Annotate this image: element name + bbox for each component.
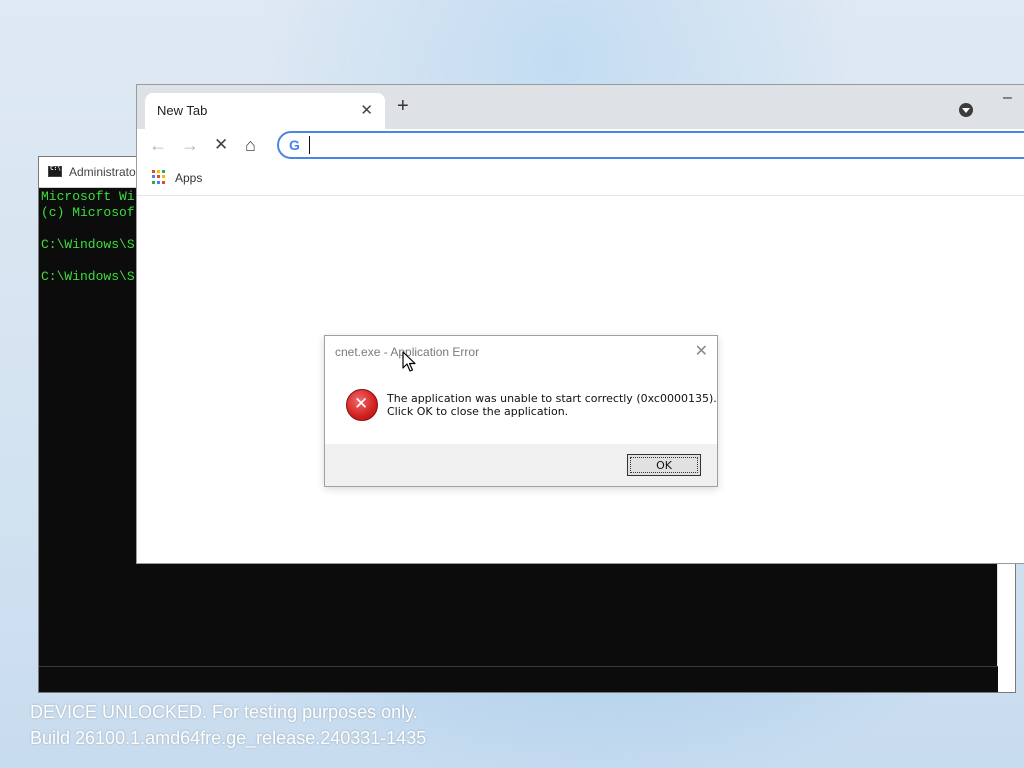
tab-strip: New Tab ✕ + – — [137, 85, 1024, 129]
forward-arrow-icon[interactable]: → — [181, 135, 199, 155]
tab-title: New Tab — [157, 103, 208, 118]
browser-window: New Tab ✕ + – ← → ✕ ⌂ G Apps — [136, 84, 1024, 564]
error-dialog: cnet.exe - Application Error ✕ The appli… — [324, 335, 718, 487]
cmd-bottom-bar — [39, 666, 998, 692]
watermark-line1: DEVICE UNLOCKED. For testing purposes on… — [30, 702, 418, 722]
home-icon[interactable]: ⌂ — [245, 135, 256, 155]
bookmarks-bar: Apps — [137, 163, 1024, 196]
desktop-watermark: DEVICE UNLOCKED. For testing purposes on… — [30, 699, 426, 751]
tab-new-tab[interactable]: New Tab ✕ — [145, 93, 385, 129]
dialog-message-line1: The application was unable to start corr… — [387, 392, 717, 405]
ok-button[interactable]: OK — [627, 454, 701, 476]
browser-toolbar: ← → ✕ ⌂ G — [137, 129, 1024, 163]
tab-search-icon[interactable] — [959, 103, 973, 117]
watermark-line2: Build 26100.1.amd64fre.ge_release.240331… — [30, 728, 427, 748]
close-icon[interactable]: ✕ — [360, 101, 373, 119]
back-arrow-icon[interactable]: ← — [149, 135, 167, 155]
close-icon[interactable]: ✕ — [695, 341, 708, 361]
apps-bookmark[interactable]: Apps — [175, 171, 202, 185]
dialog-footer: OK — [325, 444, 717, 486]
cmd-output: Microsoft Wi (c) Microsof C:\Windows\S C… — [41, 189, 135, 284]
error-icon — [346, 389, 378, 421]
cmd-title: Administrato — [69, 165, 136, 179]
new-tab-button[interactable]: + — [397, 96, 409, 116]
stop-loading-icon[interactable]: ✕ — [214, 135, 228, 155]
address-bar[interactable]: G — [277, 131, 1024, 159]
console-icon — [48, 165, 62, 177]
address-input[interactable] — [309, 136, 910, 154]
mouse-cursor-icon — [402, 351, 416, 372]
apps-grid-icon[interactable] — [152, 170, 166, 184]
dialog-message: The application was unable to start corr… — [387, 392, 717, 418]
google-icon: G — [289, 137, 300, 153]
minimize-button[interactable]: – — [1003, 89, 1012, 107]
dialog-message-line2: Click OK to close the application. — [387, 405, 569, 418]
